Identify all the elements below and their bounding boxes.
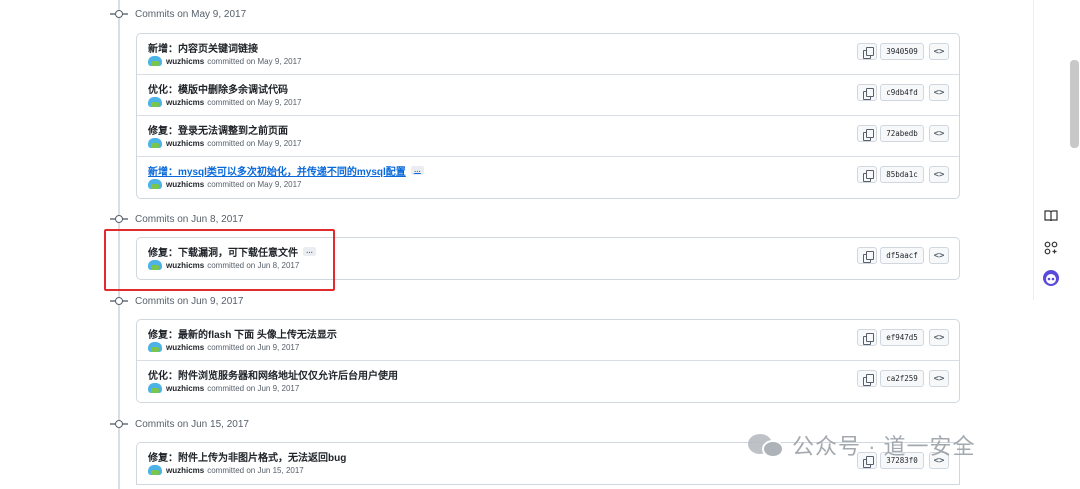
commit-message[interactable]: 优化：模版中删除多余调试代码 <box>148 81 288 96</box>
commit-row: 修复：最新的flash 下面 头像上传无法显示 wuzhicms committe… <box>137 320 959 361</box>
commit-row: 优化：附件浏览服务器和网络地址仅仅允许后台用户使用 wuzhicms commit… <box>137 361 959 402</box>
commit-sha-button[interactable]: ef947d5 <box>880 329 924 346</box>
commit-date: committed on Jun 9, 2017 <box>207 383 300 393</box>
commit-date: committed on Jun 8, 2017 <box>207 260 300 270</box>
commit-row: 修复：登录无法调整到之前页面 wuzhicms committed on May … <box>137 116 959 157</box>
commit-sha-button[interactable]: df5aacf <box>880 247 924 264</box>
commit-author[interactable]: wuzhicms <box>166 180 204 189</box>
commit-message[interactable]: 修复：登录无法调整到之前页面 <box>148 122 288 137</box>
commit-sha-button[interactable]: 72abedb <box>880 125 924 142</box>
commit-author[interactable]: wuzhicms <box>166 384 204 393</box>
bot-icon[interactable] <box>1040 267 1062 289</box>
commit-row: 优化：模版中删除多余调试代码 wuzhicms committed on May … <box>137 75 959 116</box>
commit-author[interactable]: wuzhicms <box>166 343 204 352</box>
commit-sha-button[interactable]: c9db4fd <box>880 84 924 101</box>
commit-dot-icon <box>110 7 128 21</box>
group-title: Commits on Jun 8, 2017 <box>135 213 244 225</box>
browse-repo-button[interactable]: <> <box>929 370 949 387</box>
apps-icon[interactable] <box>1040 237 1062 259</box>
commit-date: committed on Jun 15, 2017 <box>207 465 304 475</box>
commit-row: 修复：下载漏洞，可下载任意文件… wuzhicms committed on Ju… <box>137 238 959 279</box>
commit-dot-icon <box>110 417 128 431</box>
commit-sha-button[interactable]: 85bda1c <box>880 166 924 183</box>
avatar[interactable] <box>148 179 162 189</box>
commit-list: 新增：内容页关键词链接 wuzhicms committed on May 9, … <box>136 33 960 199</box>
commit-dot-icon <box>110 294 128 308</box>
copy-sha-button[interactable] <box>857 125 877 142</box>
browse-repo-button[interactable]: <> <box>929 125 949 142</box>
avatar[interactable] <box>148 465 162 475</box>
commit-date: committed on May 9, 2017 <box>207 179 302 189</box>
commit-list: 修复：最新的flash 下面 头像上传无法显示 wuzhicms committe… <box>136 319 960 403</box>
avatar[interactable] <box>148 97 162 107</box>
expand-message-button[interactable]: … <box>303 247 316 256</box>
commit-date: committed on May 9, 2017 <box>207 56 302 66</box>
browse-repo-button[interactable]: <> <box>929 247 949 264</box>
watermark-text: 公众号 · 道一安全 <box>792 434 976 459</box>
commit-date: committed on May 9, 2017 <box>207 97 302 107</box>
browse-repo-button[interactable]: <> <box>929 166 949 183</box>
commit-sha-button[interactable]: 3940509 <box>880 43 924 60</box>
avatar[interactable] <box>148 383 162 393</box>
commit-list: 修复：下载漏洞，可下载任意文件… wuzhicms committed on Ju… <box>136 237 960 280</box>
commit-message[interactable]: 修复：下载漏洞，可下载任意文件… <box>148 244 316 259</box>
book-icon[interactable] <box>1040 205 1062 227</box>
commit-dot-icon <box>110 212 128 226</box>
commit-row: 新增：mysql类可以多次初始化，并传递不同的mysql配置… wuzhicms… <box>137 157 959 198</box>
commit-message[interactable]: 新增：内容页关键词链接 <box>148 40 258 55</box>
commit-row: 新增：内容页关键词链接 wuzhicms committed on May 9, … <box>137 34 959 75</box>
copy-sha-button[interactable] <box>857 329 877 346</box>
group-title: Commits on May 9, 2017 <box>135 8 247 20</box>
avatar[interactable] <box>148 342 162 352</box>
commit-group-header: Commits on May 9, 2017 <box>110 4 246 24</box>
commit-author[interactable]: wuzhicms <box>166 466 204 475</box>
avatar[interactable] <box>148 56 162 66</box>
commit-message[interactable]: 优化：附件浏览服务器和网络地址仅仅允许后台用户使用 <box>148 367 398 382</box>
watermark: 公众号 · 道一安全 <box>748 425 976 465</box>
avatar[interactable] <box>148 260 162 270</box>
commit-author[interactable]: wuzhicms <box>166 57 204 66</box>
commit-author[interactable]: wuzhicms <box>166 261 204 270</box>
scrollbar[interactable] <box>1070 60 1079 148</box>
browse-repo-button[interactable]: <> <box>929 329 949 346</box>
copy-sha-button[interactable] <box>857 370 877 387</box>
commit-message[interactable]: 新增：mysql类可以多次初始化，并传递不同的mysql配置… <box>148 163 424 178</box>
commit-author[interactable]: wuzhicms <box>166 139 204 148</box>
browse-repo-button[interactable]: <> <box>929 84 949 101</box>
copy-sha-button[interactable] <box>857 166 877 183</box>
group-title: Commits on Jun 9, 2017 <box>135 295 244 307</box>
browse-repo-button[interactable]: <> <box>929 43 949 60</box>
commit-message[interactable]: 修复：最新的flash 下面 头像上传无法显示 <box>148 326 337 341</box>
copy-sha-button[interactable] <box>857 84 877 101</box>
expand-message-button[interactable]: … <box>410 166 424 175</box>
group-title: Commits on Jun 15, 2017 <box>135 418 249 430</box>
copy-sha-button[interactable] <box>857 43 877 60</box>
wechat-logo-icon <box>748 430 786 460</box>
commit-group-header: Commits on Jun 8, 2017 <box>110 209 243 229</box>
commit-group-header: Commits on Jun 15, 2017 <box>110 414 249 434</box>
avatar[interactable] <box>148 138 162 148</box>
commit-message[interactable]: 修复：附件上传为非图片格式，无法返回bug <box>148 449 346 464</box>
commit-date: committed on Jun 9, 2017 <box>207 342 300 352</box>
sidebar-divider <box>1033 0 1034 300</box>
commit-group-header: Commits on Jun 9, 2017 <box>110 291 243 311</box>
commit-sha-button[interactable]: ca2f259 <box>880 370 924 387</box>
commit-author[interactable]: wuzhicms <box>166 98 204 107</box>
commit-date: committed on May 9, 2017 <box>207 138 302 148</box>
copy-sha-button[interactable] <box>857 247 877 264</box>
